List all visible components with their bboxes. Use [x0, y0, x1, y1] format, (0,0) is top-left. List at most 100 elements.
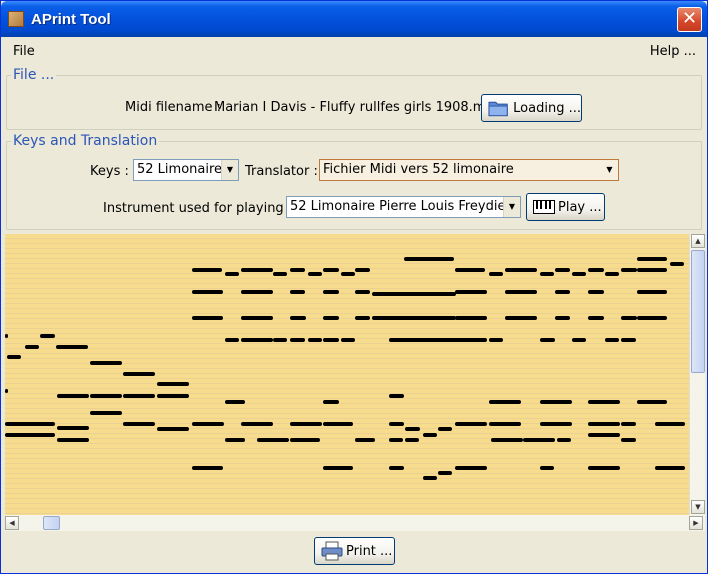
title-bar[interactable]: APrint Tool ✕ — [1, 1, 707, 37]
roll-note — [225, 338, 239, 342]
horizontal-scrollbar[interactable]: ◀ ▶ — [5, 515, 705, 531]
roll-note — [7, 355, 21, 359]
roll-note — [540, 466, 554, 470]
roll-note — [655, 422, 685, 426]
roll-note — [290, 316, 306, 320]
roll-note — [241, 290, 273, 294]
loading-button[interactable]: Loading ... — [481, 94, 582, 122]
print-button-label: Print ... — [346, 543, 393, 559]
roll-note — [405, 438, 419, 442]
roll-note — [588, 316, 604, 320]
roll-note — [621, 438, 636, 442]
roll-note — [25, 345, 39, 349]
menu-file[interactable]: File — [13, 44, 35, 59]
roll-note — [290, 338, 305, 342]
roll-note — [621, 316, 637, 320]
roll-note — [40, 334, 55, 338]
roll-note — [355, 268, 370, 272]
roll-note — [637, 257, 667, 261]
roll-note — [225, 438, 245, 442]
menu-help[interactable]: Help ... — [650, 44, 696, 59]
roll-note — [157, 427, 189, 431]
roll-note — [438, 427, 452, 431]
roll-note — [670, 262, 684, 266]
roll-note — [123, 372, 155, 376]
roll-note — [5, 389, 8, 393]
scroll-left-icon[interactable]: ◀ — [5, 516, 19, 530]
roll-note — [588, 268, 604, 272]
chevron-down-icon[interactable]: ▼ — [221, 160, 238, 180]
roll-note — [423, 476, 437, 480]
instrument-select[interactable]: 52 Limonaire Pierre Louis Freydiere ▼ — [286, 196, 521, 218]
scroll-down-icon[interactable]: ▼ — [691, 500, 705, 514]
roll-note — [455, 268, 485, 272]
roll-note — [423, 433, 437, 437]
roll-note — [637, 400, 667, 404]
roll-note — [323, 400, 339, 404]
keys-select[interactable]: 52 Limonaire ▼ — [133, 159, 239, 181]
roll-note — [404, 257, 454, 261]
roll-note — [323, 316, 339, 320]
roll-note — [540, 272, 554, 276]
chevron-down-icon[interactable]: ▼ — [503, 197, 520, 217]
roll-note — [157, 382, 189, 386]
roll-note — [572, 338, 586, 342]
roll-note — [555, 268, 570, 272]
roll-note — [323, 268, 339, 272]
roll-note — [505, 290, 537, 294]
roll-note — [5, 334, 8, 338]
roll-note — [355, 290, 370, 294]
roll-note — [192, 290, 223, 294]
music-roll[interactable] — [5, 234, 689, 515]
roll-note — [455, 290, 487, 294]
app-icon — [8, 11, 24, 27]
vertical-scrollbar[interactable]: ▲ ▼ — [689, 234, 705, 515]
roll-note — [341, 338, 355, 342]
roll-note — [389, 422, 404, 426]
roll-note — [588, 290, 604, 294]
roll-note — [555, 316, 570, 320]
roll-note — [90, 394, 122, 398]
roll-note — [341, 272, 355, 276]
print-button[interactable]: Print ... — [314, 537, 395, 565]
roll-note — [290, 422, 322, 426]
roll-note — [605, 272, 619, 276]
roll-note — [505, 268, 537, 272]
roll-note — [405, 427, 420, 431]
instrument-label: Instrument used for playing : — [103, 201, 293, 216]
roll-note — [505, 316, 537, 320]
roll-note — [308, 272, 322, 276]
roll-note — [621, 338, 636, 342]
scroll-up-icon[interactable]: ▲ — [691, 234, 705, 248]
roll-note — [5, 422, 55, 426]
roll-note — [523, 438, 555, 442]
roll-note — [290, 290, 305, 294]
roll-note — [57, 394, 89, 398]
roll-note — [588, 422, 620, 426]
roll-note — [241, 316, 273, 320]
roll-note — [557, 438, 571, 442]
roll-note — [273, 338, 287, 342]
chevron-down-icon[interactable]: ▼ — [601, 160, 618, 180]
close-icon[interactable]: ✕ — [677, 7, 702, 32]
horizontal-scroll-thumb[interactable] — [43, 516, 60, 530]
translator-label: Translator : — [245, 164, 318, 179]
roll-note — [438, 471, 452, 475]
translator-select[interactable]: Fichier Midi vers 52 limonaire ▼ — [319, 159, 619, 181]
roll-note — [372, 316, 456, 320]
roll-note — [588, 433, 620, 437]
roll-note — [489, 272, 503, 276]
roll-note — [257, 438, 289, 442]
roll-note — [389, 438, 403, 442]
vertical-scroll-thumb[interactable] — [691, 250, 705, 373]
roll-note — [323, 466, 353, 470]
roll-note — [455, 422, 487, 426]
roll-note — [372, 292, 456, 296]
midi-filename-label: Midi filename : — [125, 100, 222, 115]
roll-note — [540, 338, 555, 342]
scroll-right-icon[interactable]: ▶ — [689, 516, 703, 530]
app-window: APrint Tool ✕ File Help ... File ... Mid… — [0, 0, 708, 574]
play-button[interactable]: Play ... — [526, 193, 605, 221]
roll-note — [56, 345, 88, 349]
roll-note — [323, 422, 353, 426]
